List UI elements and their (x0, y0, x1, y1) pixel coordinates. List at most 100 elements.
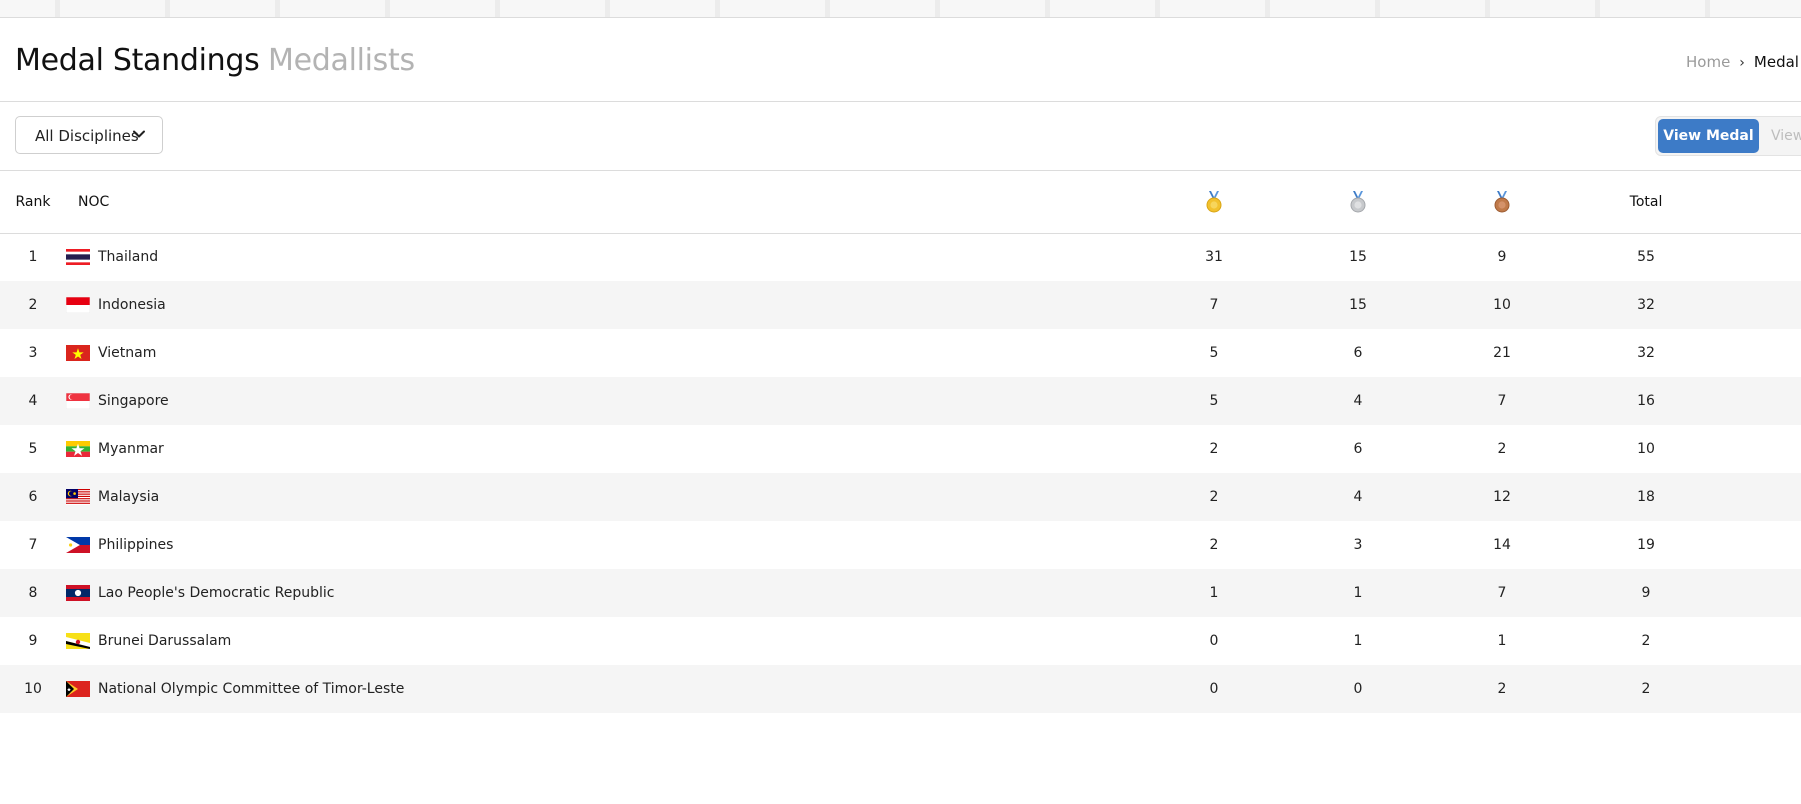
total-count: 32 (1637, 297, 1655, 313)
noc-name[interactable]: Lao People's Democratic Republic (98, 585, 335, 601)
gold-count: 2 (1209, 489, 1219, 505)
total-count: 19 (1637, 537, 1655, 553)
breadcrumb-home-link[interactable]: Home (1686, 53, 1730, 71)
rank-cell: 8 (28, 585, 38, 601)
silver-count: 15 (1349, 297, 1367, 313)
table-row[interactable]: 5 Myanmar 2 6 2 10 (0, 425, 1801, 473)
noc-name[interactable]: Myanmar (98, 441, 164, 457)
column-header-silver[interactable] (1278, 171, 1438, 233)
brunei-flag-icon (66, 633, 90, 649)
bronze-count: 7 (1497, 585, 1507, 601)
total-count: 9 (1641, 585, 1651, 601)
rank-cell: 9 (28, 633, 38, 649)
table-header-row: Rank NOC Total (0, 171, 1801, 233)
rank-cell: 6 (28, 489, 38, 505)
bronze-count: 7 (1497, 393, 1507, 409)
column-header-rank[interactable]: Rank (0, 171, 66, 233)
table-row[interactable]: 2 Indonesia 7 15 10 32 (0, 281, 1801, 329)
tab-medal-standings[interactable]: Medal Standings (15, 43, 260, 78)
bronze-count: 21 (1493, 345, 1511, 361)
rank-cell: 3 (28, 345, 38, 361)
gold-count: 0 (1209, 681, 1219, 697)
laos-flag-icon (66, 585, 90, 601)
noc-cell: Vietnam (66, 329, 1150, 377)
bronze-count: 14 (1493, 537, 1511, 553)
noc-name[interactable]: Vietnam (98, 345, 156, 361)
discipline-dropdown[interactable]: All Disciplines (15, 116, 163, 154)
noc-cell: Lao People's Democratic Republic (66, 569, 1150, 617)
malaysia-flag-icon (66, 489, 90, 505)
column-header-noc[interactable]: NOC (66, 171, 1150, 233)
gold-count: 5 (1209, 345, 1219, 361)
noc-name[interactable]: Indonesia (98, 297, 166, 313)
view-toggle: View Medal View (1655, 116, 1801, 156)
noc-name[interactable]: Brunei Darussalam (98, 633, 231, 649)
gold-count: 31 (1205, 249, 1223, 266)
noc-name[interactable]: Philippines (98, 537, 173, 553)
rank-cell: 1 (28, 249, 38, 266)
bronze-count: 1 (1497, 633, 1507, 649)
rank-cell: 5 (28, 441, 38, 457)
column-header-bronze[interactable] (1438, 171, 1566, 233)
vietnam-flag-icon (66, 345, 90, 361)
column-header-total[interactable]: Total (1566, 171, 1726, 233)
tab-medallists[interactable]: Medallists (268, 43, 415, 78)
silver-count: 3 (1353, 537, 1363, 553)
timor-leste-flag-icon (66, 681, 90, 697)
view-medal-button[interactable]: View Medal (1658, 119, 1759, 153)
bronze-count: 2 (1497, 441, 1507, 457)
silver-count: 1 (1353, 633, 1363, 649)
column-header-spacer (1726, 171, 1801, 233)
bronze-count: 9 (1497, 249, 1507, 266)
gold-count: 2 (1209, 441, 1219, 457)
table-row[interactable]: 8 Lao People's Democratic Republic 1 1 7… (0, 569, 1801, 617)
chevron-down-icon (133, 130, 145, 138)
thailand-flag-icon (66, 249, 90, 266)
noc-cell: Indonesia (66, 281, 1150, 329)
view-other-button[interactable]: View (1771, 128, 1801, 144)
silver-count: 0 (1353, 681, 1363, 697)
table-row[interactable]: 4 Singapore 5 4 7 16 (0, 377, 1801, 425)
noc-cell: Malaysia (66, 473, 1150, 521)
gold-count: 5 (1209, 393, 1219, 409)
silver-count: 15 (1349, 249, 1367, 266)
column-header-gold[interactable] (1150, 171, 1278, 233)
medal-table: Rank NOC Total 1 Thailand 31 15 9 55 2 I… (0, 171, 1801, 713)
rank-cell: 10 (24, 681, 42, 697)
total-count: 2 (1641, 681, 1651, 697)
discipline-dropdown-value: All Disciplines (35, 127, 139, 145)
total-count: 18 (1637, 489, 1655, 505)
singapore-flag-icon (66, 393, 90, 409)
rank-cell: 7 (28, 537, 38, 553)
bronze-medal-icon (1494, 190, 1510, 213)
total-count: 10 (1637, 441, 1655, 457)
silver-count: 6 (1353, 441, 1363, 457)
philippines-flag-icon (66, 537, 90, 553)
myanmar-flag-icon (66, 441, 90, 457)
table-row[interactable]: 1 Thailand 31 15 9 55 (0, 233, 1801, 281)
total-count: 2 (1641, 633, 1651, 649)
noc-name[interactable]: Malaysia (98, 489, 159, 505)
silver-medal-icon (1350, 190, 1366, 213)
noc-name[interactable]: Singapore (98, 393, 169, 409)
noc-cell: Brunei Darussalam (66, 617, 1150, 665)
silver-count: 6 (1353, 345, 1363, 361)
noc-cell: Myanmar (66, 425, 1150, 473)
noc-cell: Thailand (66, 233, 1150, 281)
noc-cell: Philippines (66, 521, 1150, 569)
table-row[interactable]: 3 Vietnam 5 6 21 32 (0, 329, 1801, 377)
table-row[interactable]: 6 Malaysia 2 4 12 18 (0, 473, 1801, 521)
table-row[interactable]: 10 National Olympic Committee of Timor-L… (0, 665, 1801, 713)
silver-count: 1 (1353, 585, 1363, 601)
noc-name[interactable]: Thailand (98, 249, 158, 265)
breadcrumb-current: Medal S (1753, 53, 1801, 71)
noc-cell: Singapore (66, 377, 1150, 425)
noc-name[interactable]: National Olympic Committee of Timor-Lest… (98, 681, 404, 697)
bronze-count: 12 (1493, 489, 1511, 505)
noc-cell: National Olympic Committee of Timor-Lest… (66, 665, 1150, 713)
gold-count: 2 (1209, 537, 1219, 553)
total-count: 16 (1637, 393, 1655, 409)
table-row[interactable]: 7 Philippines 2 3 14 19 (0, 521, 1801, 569)
table-row[interactable]: 9 Brunei Darussalam 0 1 1 2 (0, 617, 1801, 665)
total-count: 32 (1637, 345, 1655, 361)
